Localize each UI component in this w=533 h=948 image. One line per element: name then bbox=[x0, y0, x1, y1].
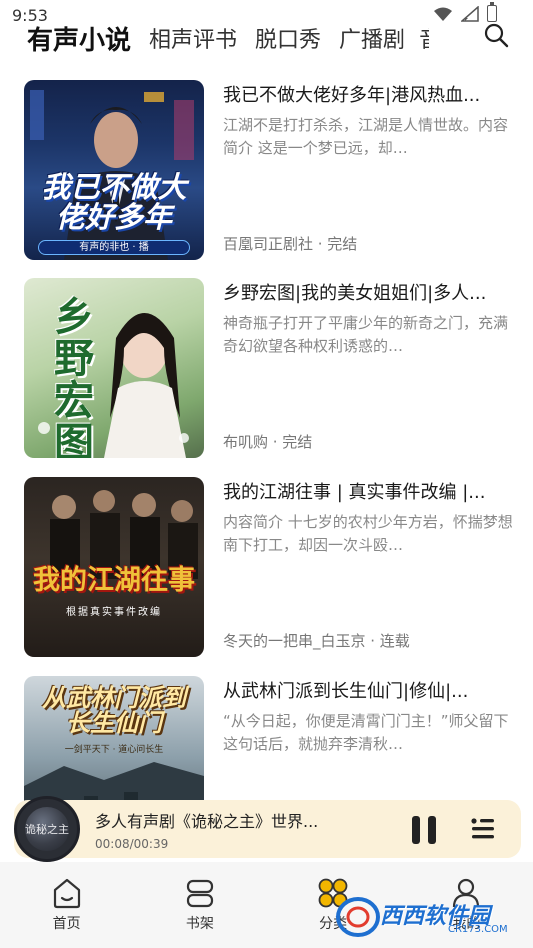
tab-talk-show[interactable]: 脱口秀 bbox=[255, 22, 321, 54]
nav-home[interactable]: 首页 bbox=[0, 862, 133, 948]
top-tabs: 有声小说 相声评书 脱口秀 广播剧 音 bbox=[0, 16, 533, 60]
tab-music[interactable]: 音 bbox=[419, 22, 429, 54]
book-info: 我已不做大佬好多年|港风热血... 江湖不是打打杀杀，江湖是人情世故。内容简介 … bbox=[223, 80, 513, 260]
player-time: 00:08/00:39 bbox=[95, 837, 169, 851]
watermark: 西西软件园 CR173.COM bbox=[336, 896, 516, 938]
bookshelf-icon bbox=[186, 879, 213, 908]
nav-bookshelf[interactable]: 书架 bbox=[133, 862, 266, 948]
list-item[interactable]: 乡野宏图 乡野宏图|我的美女姐姐们|多人... 神奇瓶子打开了平庸少年的新奇之门… bbox=[24, 278, 514, 458]
cover-title: 我的江湖往事 bbox=[33, 565, 195, 596]
book-description: 神奇瓶子打开了平庸少年的新奇之门，充满奇幻欲望各种权利诱惑的… bbox=[223, 314, 509, 355]
book-info: 乡野宏图|我的美女姐姐们|多人... 神奇瓶子打开了平庸少年的新奇之门，充满奇幻… bbox=[223, 278, 513, 458]
cover-subtitle: 一剑平天下 · 道心问长生 bbox=[64, 745, 164, 755]
playlist-icon[interactable] bbox=[470, 817, 496, 841]
cover-title: 我已不做大佬好多年 bbox=[41, 170, 187, 235]
book-title[interactable]: 我的江湖往事 | 真实事件改编 |... bbox=[223, 479, 513, 507]
book-description: 江湖不是打打杀杀，江湖是人情世故。内容简介 这是一个梦已远，却… bbox=[223, 116, 509, 157]
mini-player[interactable]: 诡秘之主 多人有声剧《诡秘之主》世界... 00:08/00:39 bbox=[14, 796, 521, 862]
book-meta: 冬天的一把串_白玉京 · 连载 bbox=[223, 632, 410, 650]
tab-audio-novel[interactable]: 有声小说 bbox=[27, 20, 131, 57]
home-icon bbox=[53, 878, 80, 909]
book-description: 内容简介 十七岁的农村少年方岩，怀揣梦想南下打工，却因一次斗殴… bbox=[223, 513, 513, 554]
watermark-url: CR173.COM bbox=[448, 924, 508, 935]
cover-subtitle: 根据真实事件改编 bbox=[66, 607, 162, 618]
book-cover[interactable]: 我的江湖往事 根据真实事件改编 bbox=[24, 477, 204, 657]
book-description: “从今日起，你便是清霄门门主！”师父留下这句话后，就抛弃李清秋… bbox=[223, 712, 509, 753]
cover-subtitle: 有声的非也 · 播 bbox=[38, 240, 190, 255]
book-cover[interactable]: 我已不做大佬好多年 有声的非也 · 播 bbox=[24, 80, 204, 260]
list-item[interactable]: 我已不做大佬好多年 有声的非也 · 播 我已不做大佬好多年|港风热血... 江湖… bbox=[24, 80, 514, 260]
tab-radio-drama[interactable]: 广播剧 bbox=[339, 22, 405, 54]
player-cover-disc[interactable]: 诡秘之主 bbox=[14, 796, 80, 862]
nav-bookshelf-label: 书架 bbox=[185, 916, 214, 932]
book-cover[interactable]: 乡野宏图 bbox=[24, 278, 204, 458]
pause-icon-bar-right bbox=[428, 816, 436, 844]
tab-crosstalk[interactable]: 相声评书 bbox=[149, 22, 237, 54]
nav-home-label: 首页 bbox=[52, 916, 81, 932]
book-info: 我的江湖往事 | 真实事件改编 |... 内容简介 十七岁的农村少年方岩，怀揣梦… bbox=[223, 477, 513, 657]
book-title[interactable]: 从武林门派到长生仙门|修仙|... bbox=[223, 678, 513, 706]
cover-title: 乡野宏图 bbox=[54, 294, 94, 458]
book-title[interactable]: 乡野宏图|我的美女姐姐们|多人... bbox=[223, 280, 513, 308]
book-meta: 百凰司正剧社 · 完结 bbox=[223, 235, 358, 253]
disc-text: 诡秘之主 bbox=[25, 823, 69, 836]
book-title[interactable]: 我已不做大佬好多年|港风热血... bbox=[223, 82, 513, 110]
pause-button[interactable] bbox=[410, 816, 438, 844]
player-title[interactable]: 多人有声剧《诡秘之主》世界... bbox=[95, 808, 318, 832]
book-meta: 布叽购 · 完结 bbox=[223, 433, 313, 451]
cover-title: 从武林门派到长生仙门 bbox=[42, 684, 186, 738]
pause-icon-bar-left bbox=[412, 816, 420, 844]
list-item[interactable]: 我的江湖往事 根据真实事件改编 我的江湖往事 | 真实事件改编 |... 内容简… bbox=[24, 477, 514, 657]
search-icon[interactable] bbox=[483, 22, 509, 48]
